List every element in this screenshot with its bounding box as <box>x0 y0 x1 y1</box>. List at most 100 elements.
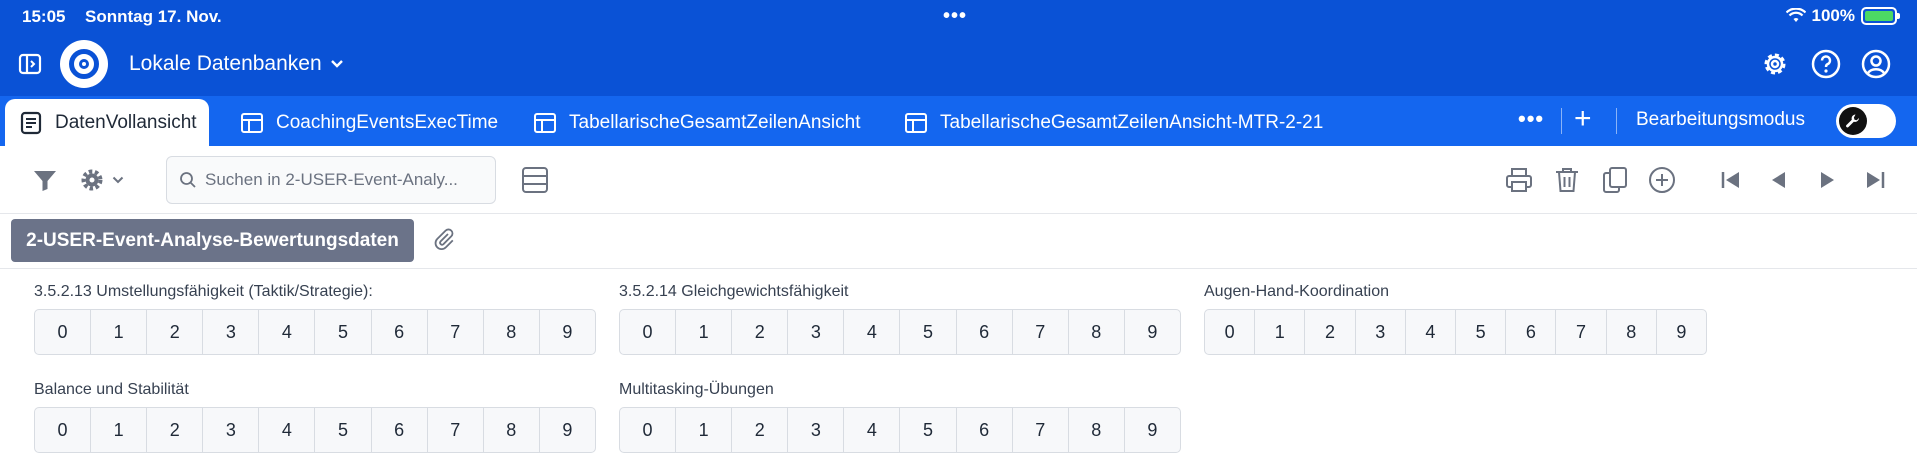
rating-option[interactable]: 7 <box>428 310 484 354</box>
status-time: 15:05 <box>22 7 66 26</box>
next-record-icon[interactable] <box>1813 166 1841 194</box>
rating-option[interactable]: 8 <box>1069 310 1125 354</box>
gear-icon[interactable] <box>1759 48 1791 80</box>
chevron-down-icon <box>112 176 124 184</box>
rating-option[interactable]: 3 <box>203 310 260 354</box>
rating-label: 3.5.2.13 Umstellungsfähigkeit (Taktik/St… <box>34 283 373 300</box>
rating-option[interactable]: 0 <box>620 310 677 354</box>
rating-option[interactable]: 1 <box>91 310 148 354</box>
tab-datenvollansicht[interactable]: DatenVollansicht <box>5 99 209 146</box>
settings-menu-button[interactable] <box>78 166 124 194</box>
filter-icon[interactable] <box>31 166 59 194</box>
add-tab-icon[interactable]: + <box>1574 104 1592 134</box>
search-icon <box>180 172 196 188</box>
rating-option[interactable]: 9 <box>1657 310 1706 354</box>
help-icon[interactable] <box>1810 48 1842 80</box>
add-record-icon[interactable] <box>1648 166 1676 194</box>
rating-option[interactable]: 2 <box>147 408 204 452</box>
trash-icon[interactable] <box>1553 166 1581 194</box>
rating-option[interactable]: 7 <box>428 408 484 452</box>
rating-option[interactable]: 6 <box>1506 310 1557 354</box>
edit-mode-label: Bearbeitungsmodus <box>1636 109 1805 130</box>
rating-option[interactable]: 8 <box>1069 408 1125 452</box>
record-title-button[interactable]: 2-USER-Event-Analyse-Bewertungsdaten <box>11 219 414 262</box>
rating-option[interactable]: 2 <box>1305 310 1356 354</box>
divider <box>1561 108 1562 134</box>
rating-option[interactable]: 0 <box>620 408 677 452</box>
database-selector[interactable]: Lokale Datenbanken <box>129 52 344 76</box>
rating-label: Augen-Hand-Koordination <box>1204 283 1390 300</box>
rating-option[interactable]: 4 <box>844 408 901 452</box>
rating-option[interactable]: 0 <box>35 310 92 354</box>
rating-option[interactable]: 3 <box>1356 310 1406 354</box>
rating-option[interactable]: 4 <box>259 310 316 354</box>
tab-tabellarischegesamtzeilenansicht-mtr[interactable]: TabellarischeGesamtZeilenAnsicht-MTR-2-2… <box>904 99 1323 146</box>
rating-option[interactable]: 5 <box>900 310 957 354</box>
rating-group-umstellungsfaehigkeit: 3.5.2.13 Umstellungsfähigkeit (Taktik/St… <box>34 283 596 355</box>
paperclip-icon[interactable] <box>432 228 456 252</box>
rating-option[interactable]: 5 <box>315 408 372 452</box>
user-account-icon[interactable] <box>1860 48 1892 80</box>
duplicate-icon[interactable] <box>1601 166 1629 194</box>
rating-option[interactable]: 3 <box>203 408 260 452</box>
rating-option[interactable]: 4 <box>1406 310 1457 354</box>
toolbar <box>0 146 1917 214</box>
battery-icon <box>1861 7 1900 25</box>
rating-option[interactable]: 1 <box>1255 310 1306 354</box>
first-record-icon[interactable] <box>1717 166 1745 194</box>
rating-option[interactable]: 7 <box>1013 408 1069 452</box>
wrench-icon <box>1839 107 1867 135</box>
tab-label: TabellarischeGesamtZeilenAnsicht <box>569 111 861 133</box>
rating-option[interactable]: 3 <box>788 408 845 452</box>
rating-option[interactable]: 1 <box>91 408 148 452</box>
tab-bar: DatenVollansicht CoachingEventsExecTime … <box>0 96 1917 146</box>
rating-option[interactable]: 7 <box>1013 310 1069 354</box>
rating-option[interactable]: 4 <box>259 408 316 452</box>
tab-label: TabellarischeGesamtZeilenAnsicht-MTR-2-2… <box>940 111 1324 133</box>
search-input[interactable] <box>205 170 485 190</box>
more-tabs-icon[interactable]: ••• <box>1518 106 1544 132</box>
rating-option[interactable]: 6 <box>957 408 1013 452</box>
multitasking-dots-icon[interactable]: ••• <box>943 6 967 26</box>
rating-option[interactable]: 0 <box>1205 310 1256 354</box>
tab-tabellarischegesamtzeilenansicht[interactable]: TabellarischeGesamtZeilenAnsicht <box>533 99 860 146</box>
battery-percent: 100% <box>1811 6 1855 25</box>
rating-option[interactable]: 9 <box>540 310 595 354</box>
rating-group-multitasking: Multitasking-Übungen 0 1 2 3 4 5 6 7 8 9 <box>619 381 1181 453</box>
rating-option[interactable]: 1 <box>676 310 733 354</box>
rating-option[interactable]: 4 <box>844 310 901 354</box>
record-header: 2-USER-Event-Analyse-Bewertungsdaten <box>0 214 1917 269</box>
search-field[interactable] <box>166 156 496 204</box>
rating-option[interactable]: 0 <box>35 408 92 452</box>
status-bar: 15:05 Sonntag 17. Nov. ••• 100% <box>0 0 1917 34</box>
rating-option[interactable]: 5 <box>315 310 372 354</box>
rating-option[interactable]: 6 <box>372 408 428 452</box>
app-logo[interactable] <box>60 40 108 88</box>
last-record-icon[interactable] <box>1861 166 1889 194</box>
tab-label: DatenVollansicht <box>55 111 197 133</box>
rating-option[interactable]: 8 <box>1607 310 1657 354</box>
rating-option[interactable]: 9 <box>1125 408 1180 452</box>
rating-option[interactable]: 1 <box>676 408 733 452</box>
rating-option[interactable]: 8 <box>484 310 540 354</box>
wifi-icon <box>1785 8 1806 22</box>
rating-option[interactable]: 8 <box>484 408 540 452</box>
rating-option[interactable]: 5 <box>1456 310 1507 354</box>
rating-option[interactable]: 5 <box>900 408 957 452</box>
sidebar-toggle-icon[interactable] <box>18 52 42 76</box>
tab-coachingeventsexectime[interactable]: CoachingEventsExecTime <box>240 99 498 146</box>
rating-option[interactable]: 6 <box>372 310 428 354</box>
rating-option[interactable]: 2 <box>147 310 204 354</box>
rating-option[interactable]: 9 <box>540 408 595 452</box>
rating-option[interactable]: 2 <box>732 408 789 452</box>
rating-scale: 0 1 2 3 4 5 6 7 8 9 <box>34 309 596 355</box>
layout-icon[interactable] <box>521 166 549 194</box>
rating-option[interactable]: 9 <box>1125 310 1180 354</box>
rating-option[interactable]: 2 <box>732 310 789 354</box>
previous-record-icon[interactable] <box>1765 166 1793 194</box>
rating-option[interactable]: 6 <box>957 310 1013 354</box>
rating-option[interactable]: 3 <box>788 310 845 354</box>
rating-option[interactable]: 7 <box>1556 310 1607 354</box>
print-icon[interactable] <box>1505 166 1533 194</box>
edit-mode-toggle[interactable] <box>1836 104 1896 138</box>
